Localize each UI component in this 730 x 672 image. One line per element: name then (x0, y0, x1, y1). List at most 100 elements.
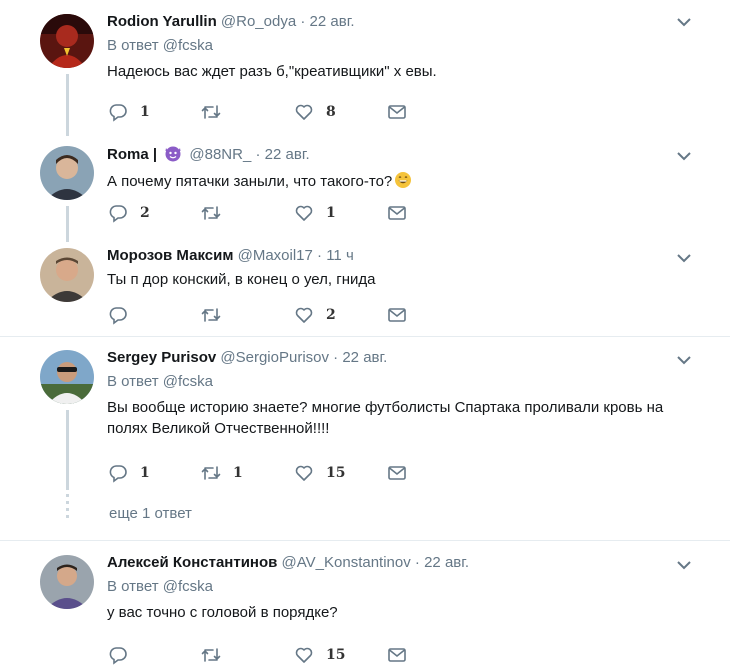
like-count: 8 (326, 104, 336, 120)
timestamp[interactable]: 22 авг. (310, 13, 355, 30)
thread-line (66, 74, 69, 136)
separator-dot: · (300, 13, 306, 30)
tweet-text: Вы вообще историю знаете? многие футболи… (107, 399, 664, 437)
like-count: 2 (326, 307, 336, 323)
chevron-down-icon[interactable] (676, 250, 692, 266)
thread-separator (0, 540, 730, 541)
reply-count: 1 (140, 465, 150, 481)
retweet-button[interactable] (201, 305, 233, 325)
devil-emoji-icon (163, 144, 183, 168)
retweet-icon (201, 308, 221, 322)
grinning-emoji-icon (394, 171, 412, 195)
more-replies-link[interactable]: еще 1 ответ (109, 505, 192, 522)
envelope-icon (388, 206, 406, 220)
reply-button[interactable]: 1 (108, 463, 150, 483)
timestamp[interactable]: 22 авг. (424, 554, 469, 571)
thread-separator (0, 336, 730, 337)
avatar[interactable] (40, 146, 94, 200)
chevron-down-icon[interactable] (676, 14, 692, 30)
like-count: 1 (326, 205, 336, 221)
envelope-icon (388, 105, 406, 119)
avatar[interactable] (40, 14, 94, 68)
chevron-down-icon[interactable] (676, 352, 692, 368)
reply-button[interactable]: 2 (108, 203, 150, 223)
author-name[interactable]: Roma | (107, 146, 157, 163)
tweet-text: Ты п дор конский, в конец о уел, гнида (107, 271, 376, 288)
retweet-icon (201, 648, 221, 662)
envelope-icon (388, 308, 406, 322)
like-count: 15 (326, 465, 346, 481)
direct-message-button[interactable] (387, 463, 407, 483)
reply-count: 2 (140, 205, 150, 221)
author-name[interactable]: Sergey Purisov (107, 349, 216, 366)
timestamp[interactable]: 22 авг. (342, 349, 387, 366)
reply-prefix: В ответ (107, 578, 159, 595)
reply-button[interactable]: 1 (108, 102, 150, 122)
reply-button[interactable] (108, 305, 140, 325)
direct-message-button[interactable] (387, 305, 407, 325)
chevron-down-icon[interactable] (676, 148, 692, 164)
reply-to-link[interactable]: @fcska (163, 373, 213, 390)
direct-message-button[interactable] (387, 645, 407, 665)
thread-dots (66, 494, 69, 522)
like-button[interactable]: 15 (294, 463, 345, 483)
separator-dot: · (333, 349, 339, 366)
reply-prefix: В ответ (107, 37, 159, 54)
like-count: 15 (326, 647, 346, 663)
heart-icon (295, 465, 313, 481)
avatar[interactable] (40, 248, 94, 302)
timestamp[interactable]: 22 авг. (265, 146, 310, 163)
reply-icon (109, 465, 127, 483)
retweet-icon (201, 466, 221, 480)
direct-message-button[interactable] (387, 102, 407, 122)
retweet-icon (201, 105, 221, 119)
avatar[interactable] (40, 350, 94, 404)
heart-icon (295, 205, 313, 221)
retweet-button[interactable]: 1 (201, 463, 243, 483)
envelope-icon (388, 466, 406, 480)
reply-to-link[interactable]: @fcska (163, 37, 213, 54)
like-button[interactable]: 1 (294, 203, 336, 223)
reply-to-link[interactable]: @fcska (163, 578, 213, 595)
retweet-button[interactable] (201, 203, 233, 223)
author-handle[interactable]: @Ro_odya (221, 13, 296, 30)
reply-prefix: В ответ (107, 373, 159, 390)
author-name[interactable]: Алексей Константинов (107, 554, 277, 571)
like-button[interactable]: 8 (294, 102, 336, 122)
avatar[interactable] (40, 555, 94, 609)
tweet-text-body: А почему пятачки заныли, что такого-то? (107, 173, 393, 190)
reply-button[interactable] (108, 645, 140, 665)
like-button[interactable]: 2 (294, 305, 336, 325)
reply-context: В ответ @fcska (107, 577, 690, 597)
retweet-button[interactable] (201, 102, 233, 122)
timestamp[interactable]: 11 ч (326, 247, 354, 264)
thread-line (66, 410, 69, 490)
author-handle[interactable]: @88NR_ (189, 146, 251, 163)
chevron-down-icon[interactable] (676, 557, 692, 573)
reply-icon (109, 104, 127, 122)
retweet-icon (201, 206, 221, 220)
retweet-button[interactable] (201, 645, 233, 665)
reply-icon (109, 647, 127, 665)
reply-context: В ответ @fcska (107, 36, 690, 56)
separator-dot: · (414, 554, 420, 571)
author-handle[interactable]: @Maxoil17 (238, 247, 313, 264)
separator-dot: · (255, 146, 261, 163)
reply-icon (109, 307, 127, 325)
author-handle[interactable]: @AV_Konstantinov (282, 554, 411, 571)
reply-count: 1 (140, 104, 150, 120)
author-name[interactable]: Морозов Максим (107, 247, 233, 264)
heart-icon (295, 104, 313, 120)
reply-icon (109, 205, 127, 223)
like-button[interactable]: 15 (294, 645, 345, 665)
tweet-text: Надеюсь вас ждет разъ б,"креативщики" х … (107, 63, 437, 80)
direct-message-button[interactable] (387, 203, 407, 223)
thread-line (66, 206, 69, 242)
author-name[interactable]: Rodion Yarullin (107, 13, 217, 30)
separator-dot: · (317, 247, 323, 264)
author-handle[interactable]: @SergioPurisov (220, 349, 329, 366)
heart-icon (295, 647, 313, 663)
heart-icon (295, 307, 313, 323)
tweet-text: у вас точно с головой в порядке? (107, 604, 338, 621)
retweet-count: 1 (233, 465, 243, 481)
